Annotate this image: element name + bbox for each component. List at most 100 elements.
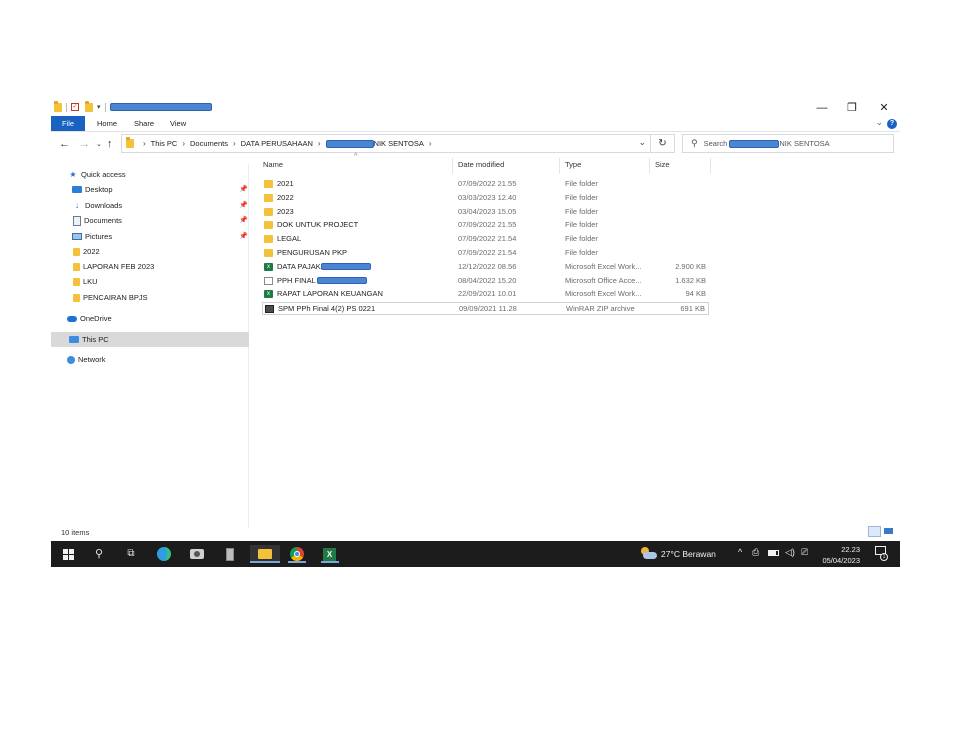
pin-icon[interactable]: 📌 [239, 232, 248, 240]
file-row[interactable]: 2021 07/09/2022 21.55 File folder [262, 178, 709, 191]
nav-item-pencairan-bpjs[interactable]: PENCAIRAN BPJS [51, 290, 249, 305]
nav-label: Downloads [85, 201, 123, 210]
file-row[interactable]: LEGAL 07/09/2022 21.54 File folder [262, 233, 709, 246]
properties-icon[interactable]: ✓ [71, 103, 79, 111]
nav-item-2022[interactable]: 2022 [51, 244, 249, 259]
column-header-size[interactable]: Size [655, 160, 670, 176]
back-arrow-icon[interactable]: ← [59, 137, 70, 151]
file-row[interactable]: 2022 03/03/2023 12.40 File folder [262, 192, 709, 205]
up-arrow-icon[interactable]: ↑ [107, 137, 113, 151]
new-folder-icon[interactable] [85, 100, 93, 112]
status-item-count: 10 items [61, 528, 90, 537]
folder-icon [73, 277, 80, 286]
nav-label: PENCAIRAN BPJS [83, 293, 148, 302]
file-row[interactable]: PENGURUSAN PKP 07/09/2022 21.54 File folde… [262, 247, 709, 260]
file-row[interactable]: PPH FINAL 08/04/2022 15.20 Microsoft Offic… [262, 275, 709, 288]
help-icon[interactable]: ? [887, 119, 897, 129]
maximize-button[interactable]: ❐ [837, 100, 867, 116]
volume-icon[interactable]: ◁) [785, 547, 795, 558]
nav-item-laporan-feb-2023[interactable]: LAPORAN FEB 2023 [51, 259, 249, 274]
nav-item-pictures[interactable]: Pictures 📌 [51, 229, 249, 244]
search-placeholder: Search [703, 139, 728, 148]
file-date-modified: 07/09/2022 21.55 [458, 220, 517, 230]
file-date-modified: 07/09/2022 21.54 [458, 248, 517, 257]
file-row[interactable]: x DATA PAJAK 12/12/2022 08.56 Microsoft Exc… [262, 261, 709, 274]
file-row[interactable]: 2023 03/04/2023 15.05 File folder [262, 206, 709, 219]
nav-item-lku[interactable]: LKU [51, 274, 249, 289]
breadcrumb-data-perusahaan[interactable]: DATA PERUSAHAAN [241, 139, 313, 148]
nav-item-desktop[interactable]: Desktop 📌 [51, 182, 249, 197]
column-divider[interactable] [452, 158, 453, 174]
column-divider[interactable] [710, 158, 711, 174]
forward-arrow-icon[interactable]: → [79, 137, 90, 151]
address-bar[interactable]: › This PC › Documents › DATA PERUSAHAAN … [121, 134, 651, 153]
divider [104, 102, 106, 112]
refresh-icon[interactable]: ↻ [651, 134, 675, 153]
column-header-name[interactable]: Name [263, 160, 283, 176]
chrome-browser-icon[interactable] [288, 545, 306, 563]
search-icon[interactable]: ⚲ [90, 545, 108, 563]
windows-start-icon[interactable] [59, 545, 77, 563]
breadcrumb-separator-icon[interactable]: › [182, 139, 185, 148]
search-input[interactable]: ⚲ Search NIK SENTOSA [682, 134, 894, 153]
tab-view[interactable]: View [170, 116, 186, 131]
breadcrumb-this-pc[interactable]: This PC [151, 139, 178, 148]
weather-cloudy-icon[interactable] [639, 547, 657, 560]
weather-text[interactable]: 27°C Berawan [661, 549, 716, 559]
breadcrumb-nik-sentosa[interactable]: NIK SENTOSA [374, 139, 424, 148]
nav-label: Documents [84, 216, 122, 225]
close-button[interactable]: ✕ [869, 100, 899, 116]
printer-icon[interactable]: ⎙ [752, 547, 759, 558]
address-dropdown-icon[interactable]: ⌄ [638, 137, 646, 148]
usb-drive-icon[interactable] [221, 545, 239, 563]
task-view-icon[interactable]: ⧉ [122, 545, 140, 563]
breadcrumb-separator-icon[interactable]: › [429, 139, 432, 148]
minimize-button[interactable]: — [807, 100, 837, 116]
chevron-down-icon[interactable]: ⌄ [875, 117, 883, 128]
large-icons-view-icon[interactable] [883, 526, 894, 537]
battery-icon[interactable] [768, 549, 779, 556]
pin-icon[interactable]: 📌 [239, 216, 248, 224]
nav-item-downloads[interactable]: ↓ Downloads 📌 [51, 198, 249, 213]
column-header-date-modified[interactable]: Date modified [458, 160, 504, 176]
nav-item-onedrive[interactable]: OneDrive [51, 311, 249, 326]
file-row[interactable]: DOK UNTUK PROJECT 07/09/2022 21.55 File fo… [262, 219, 709, 232]
nav-item-quick-access[interactable]: ★ Quick access [51, 167, 249, 182]
pin-icon[interactable]: 📌 [239, 185, 248, 193]
nav-label: 2022 [83, 247, 100, 256]
nav-item-this-pc[interactable]: This PC [51, 332, 249, 347]
column-header-type[interactable]: Type [565, 160, 581, 176]
notification-icon[interactable]: 1 [875, 546, 888, 561]
breadcrumb-separator-icon[interactable]: › [233, 139, 236, 148]
redacted-text [317, 276, 367, 284]
nav-item-documents[interactable]: Documents 📌 [51, 213, 249, 228]
folder-icon [73, 293, 80, 302]
nav-label: Desktop [85, 185, 113, 194]
file-date-modified: 22/09/2021 10.01 [458, 289, 517, 299]
star-icon: ★ [69, 170, 77, 179]
tab-file[interactable]: File [51, 116, 85, 131]
show-hidden-icons-icon[interactable]: ^ [738, 547, 742, 557]
nav-item-network[interactable]: Network [51, 352, 249, 367]
customize-toolbar-icon[interactable]: ▾ [97, 103, 101, 111]
column-divider[interactable] [649, 158, 650, 174]
file-name: DOK UNTUK PROJECT [277, 220, 359, 230]
excel-icon[interactable]: X [321, 545, 339, 563]
recent-locations-chevron-icon[interactable]: ⌄ [96, 138, 102, 152]
file-row[interactable]: x RAPAT LAPORAN KEUANGAN 22/09/2021 10.01 M… [262, 288, 709, 301]
column-divider[interactable] [559, 158, 560, 174]
breadcrumb-documents[interactable]: Documents [190, 139, 228, 148]
breadcrumb-separator-icon[interactable]: › [143, 139, 146, 148]
computer-icon [69, 336, 79, 343]
camera-icon[interactable] [188, 545, 206, 563]
tab-home[interactable]: Home [97, 116, 117, 131]
tab-share[interactable]: Share [134, 116, 154, 131]
edge-browser-icon[interactable] [155, 545, 173, 563]
file-row[interactable]: SPM PPh Final 4(2) PS 0221 09/09/2021 11.… [262, 302, 709, 316]
file-explorer-taskbar-icon[interactable] [250, 545, 280, 563]
breadcrumb-separator-icon[interactable]: › [318, 139, 321, 148]
clock[interactable]: 22.23 05/04/2023 [822, 544, 860, 566]
ime-icon[interactable]: ⎚ [801, 547, 808, 558]
details-view-icon[interactable] [868, 526, 881, 537]
pin-icon[interactable]: 📌 [239, 201, 248, 209]
